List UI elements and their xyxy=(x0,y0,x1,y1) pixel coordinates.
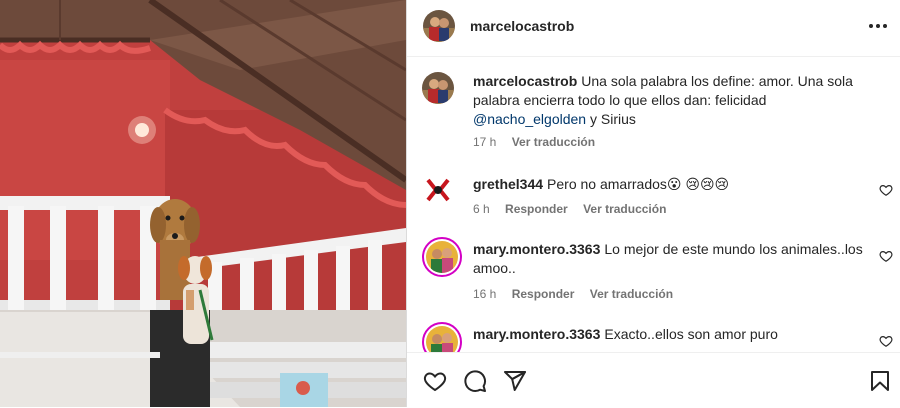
more-options-icon[interactable] xyxy=(867,18,889,34)
comment-text: grethel344 Pero no amarrados😮 😢😢😢 xyxy=(473,175,873,194)
comment-meta: 16 h Responder Ver traducción xyxy=(473,287,685,301)
caption-text: marcelocastrob Una sola palabra los defin… xyxy=(473,72,873,129)
comment-like-heart-icon[interactable] xyxy=(879,334,893,348)
translate-link[interactable]: Ver traducción xyxy=(583,202,666,216)
caption-mention-link[interactable]: @nacho_elgolden xyxy=(473,111,586,127)
comment-icon[interactable] xyxy=(463,369,487,393)
author-username[interactable]: marcelocastrob xyxy=(470,18,574,34)
post-actions-bar xyxy=(407,352,900,408)
reply-button[interactable]: Responder xyxy=(505,202,568,216)
caption-time[interactable]: 17 h xyxy=(473,135,496,149)
translate-link[interactable]: Ver traducción xyxy=(590,287,673,301)
post-photo xyxy=(0,0,406,407)
post-header: marcelocastrob xyxy=(407,0,900,57)
comment-like-heart-icon[interactable] xyxy=(879,183,893,197)
caption-username[interactable]: marcelocastrob xyxy=(473,73,577,89)
comment-meta: 6 h Responder Ver traducción xyxy=(473,202,678,216)
commenter-avatar[interactable] xyxy=(422,174,454,206)
comment-text: mary.montero.3363 Lo mejor de este mundo … xyxy=(473,240,873,278)
caption-meta: 17 h Ver traducción xyxy=(473,135,607,149)
comment-time[interactable]: 6 h xyxy=(473,202,490,216)
comment-username[interactable]: mary.montero.3363 xyxy=(473,326,600,342)
comment-time[interactable]: 16 h xyxy=(473,287,496,301)
commenter-avatar[interactable] xyxy=(422,237,462,277)
comment-text: mary.montero.3363 Exacto..ellos son amor … xyxy=(473,325,873,344)
caption-translate-link[interactable]: Ver traducción xyxy=(512,135,595,149)
author-avatar[interactable] xyxy=(423,10,455,42)
post-details-panel: marcelocastrob marcelocastrob Una sola p… xyxy=(407,0,900,407)
bookmark-icon[interactable] xyxy=(868,369,892,393)
commenter-avatar[interactable] xyxy=(422,322,462,352)
comment-username[interactable]: grethel344 xyxy=(473,176,543,192)
share-icon[interactable] xyxy=(503,369,527,393)
heart-icon[interactable] xyxy=(423,369,447,393)
reply-button[interactable]: Responder xyxy=(512,287,575,301)
comments-list[interactable]: marcelocastrob Una sola palabra los defin… xyxy=(407,57,900,352)
comment-body: Pero no amarrados😮 😢😢😢 xyxy=(547,176,730,192)
comment-username[interactable]: mary.montero.3363 xyxy=(473,241,600,257)
caption-body-end: y Sirius xyxy=(586,111,636,127)
caption-author-avatar[interactable] xyxy=(422,72,454,104)
comment-body: Exacto..ellos son amor puro xyxy=(604,326,778,342)
comment-like-heart-icon[interactable] xyxy=(879,249,893,263)
